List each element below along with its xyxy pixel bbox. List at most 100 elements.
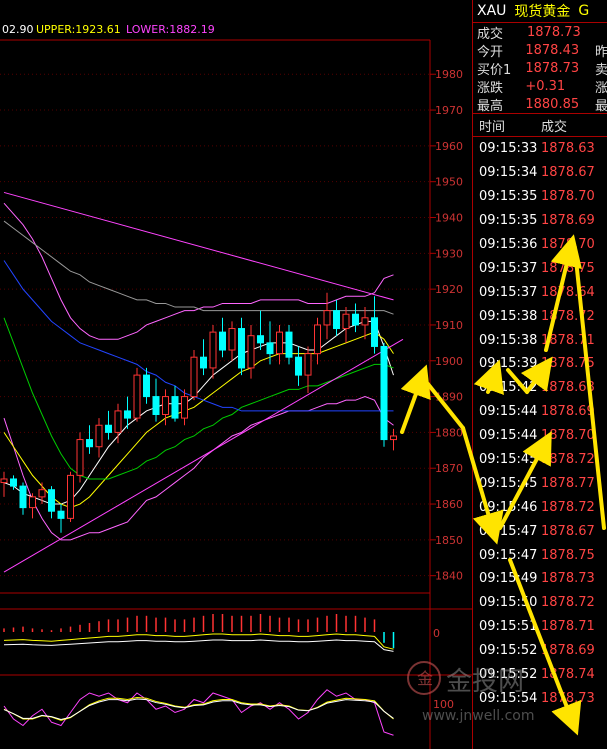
quote-panel: 成交 1878.73 今开 1878.43 昨买价1 1878.73 卖涨跌 +0.31 涨最高… [473, 23, 607, 114]
candlestick-chart[interactable]: 02.90 UPPER:1923.61 LOWER:1882.19 1840 18… [0, 0, 472, 749]
tick-time: 09:15:37 [479, 260, 538, 276]
candle-body [380, 345, 388, 441]
tick-time: 09:15:52 [479, 643, 538, 659]
tick-row[interactable]: 09:15:42 1878.68 [473, 376, 607, 400]
quote-label-2: 卖 [594, 62, 607, 78]
candle-body [371, 317, 378, 347]
candle-body [133, 374, 141, 419]
tick-row[interactable]: 09:15:49 1878.73 [473, 567, 607, 591]
tick-row[interactable]: 09:15:35 1878.70 [473, 185, 607, 209]
tick-price: 1878.67 [541, 165, 595, 181]
tick-price: 1878.74 [541, 667, 595, 683]
y-tick-label: 1960 [435, 140, 463, 153]
tick-row[interactable]: 09:15:37 1878.64 [473, 280, 607, 304]
tick-time: 09:15:51 [479, 619, 538, 635]
candle-body [0, 478, 8, 484]
tick-time: 09:15:46 [479, 499, 538, 515]
candle-body [228, 328, 236, 351]
y-tick-label: 1950 [435, 176, 463, 189]
tick-row[interactable]: 09:15:45 1878.72 [473, 448, 607, 472]
tick-time: 09:15:52 [479, 667, 538, 683]
tick-row[interactable]: 09:15:50 1878.72 [473, 591, 607, 615]
tick-price: 1878.69 [541, 213, 595, 229]
tick-price: 1878.70 [541, 189, 595, 205]
tick-row[interactable]: 09:15:46 1878.72 [473, 495, 607, 519]
tick-row[interactable]: 09:15:52 1878.74 [473, 663, 607, 687]
tick-row[interactable]: 09:15:39 1878.75 [473, 352, 607, 376]
tick-time: 09:15:49 [479, 571, 538, 587]
tick-time: 09:15:36 [479, 237, 538, 252]
tick-time: 09:15:39 [479, 356, 538, 372]
quote-value: +0.31 [525, 78, 566, 94]
quote-label: 涨跌 [477, 80, 504, 96]
tick-price: 1878.69 [541, 643, 595, 659]
tick-time: 09:15:50 [479, 595, 538, 611]
tick-time: 09:15:47 [479, 547, 538, 563]
candle-body [361, 317, 369, 326]
sub2-top-tick: 100 [433, 698, 454, 711]
candle-body [323, 310, 331, 326]
tick-row[interactable]: 09:15:34 1878.67 [473, 161, 607, 185]
tick-price: 1878.70 [541, 237, 595, 252]
tick-row[interactable]: 09:15:37 1878.75 [473, 256, 607, 280]
tick-time: 09:15:33 [479, 141, 538, 157]
y-tick-label: 1930 [435, 247, 463, 260]
y-tick-label: 1870 [435, 462, 463, 475]
quote-value: 1878.43 [525, 42, 580, 58]
quote-row: 今开 1878.43 昨 [473, 41, 607, 60]
candle-body [171, 396, 179, 419]
candle-body [304, 353, 312, 376]
tick-time: 09:15:37 [479, 284, 538, 300]
tick-row[interactable]: 09:15:54 1878.73 [473, 686, 607, 710]
tick-table[interactable]: 09:15:33 1878.63 09:15:34 1878.67 09:15:35 18… [473, 137, 607, 710]
tick-price: 1878.72 [541, 595, 595, 611]
candle-body [67, 474, 74, 519]
y-tick-label: 1840 [435, 570, 463, 583]
y-tick-label: 1900 [435, 355, 463, 368]
tick-row[interactable]: 09:15:47 1878.67 [473, 519, 607, 543]
tick-price-header: 成交 [541, 119, 568, 135]
quote-label: 今开 [477, 44, 504, 60]
tick-row[interactable]: 09:15:51 1878.71 [473, 615, 607, 639]
candle-body [95, 424, 103, 448]
candle-body [342, 313, 350, 330]
symbol-header: XAU 现货黄金 G [473, 0, 607, 23]
tick-price: 1878.72 [541, 308, 595, 324]
candle-body [38, 489, 46, 498]
tick-row[interactable]: 09:15:52 1878.69 [473, 639, 607, 663]
tick-price: 1878.75 [541, 356, 595, 372]
tick-time: 09:15:38 [479, 332, 538, 348]
tick-row[interactable]: 09:15:38 1878.72 [473, 304, 607, 328]
quote-label-2: 最 [594, 98, 607, 114]
tick-row[interactable]: 09:15:45 1878.77 [473, 471, 607, 495]
y-tick-label: 1920 [435, 283, 463, 296]
quote-label: 最高 [477, 98, 504, 114]
tick-row[interactable]: 09:15:36 1878.70 [473, 233, 607, 257]
tick-price: 1878.67 [541, 523, 595, 539]
candle-body [333, 310, 340, 330]
tick-row[interactable]: 09:15:47 1878.75 [473, 543, 607, 567]
candle-body [285, 331, 293, 358]
upper-band-label: UPPER:1923.61 [36, 23, 121, 36]
quote-row: 买价1 1878.73 卖 [473, 59, 607, 78]
candle-body [181, 396, 188, 419]
symbol-extra: G [578, 3, 590, 19]
tick-row[interactable]: 09:15:44 1878.69 [473, 400, 607, 424]
candle-body [124, 410, 131, 419]
quote-label: 买价1 [477, 62, 512, 78]
candle-body [352, 313, 359, 326]
tick-row[interactable]: 09:15:33 1878.63 [473, 137, 607, 161]
tick-row[interactable]: 09:15:35 1878.69 [473, 209, 607, 233]
tick-row[interactable]: 09:15:44 1878.70 [473, 424, 607, 448]
tick-price: 1878.71 [541, 619, 595, 635]
y-tick-label: 1980 [435, 68, 463, 81]
tick-price: 1878.73 [541, 690, 595, 706]
candle-body [390, 435, 397, 441]
candle-body [162, 396, 169, 415]
candle-body [19, 485, 27, 509]
candle-body [10, 478, 17, 487]
candle-body [314, 324, 321, 355]
candle-body [114, 410, 122, 433]
tick-row[interactable]: 09:15:38 1878.71 [473, 328, 607, 352]
tick-time: 09:15:34 [479, 165, 538, 181]
